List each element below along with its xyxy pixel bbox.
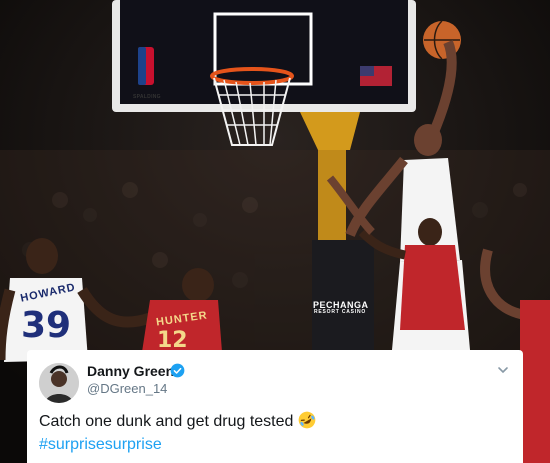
user-handle[interactable]: @DGreen_14 (87, 381, 167, 396)
display-name[interactable]: Danny Green (87, 363, 174, 379)
hashtag-link[interactable]: #surprisesurprise (39, 434, 162, 456)
laughing-emoji-icon (299, 411, 316, 429)
tweet-body: Catch one dunk and get drug tested (39, 413, 294, 430)
verified-badge-icon (170, 363, 185, 378)
avatar[interactable] (39, 363, 79, 403)
tweet-text: Catch one dunk and get drug tested (39, 410, 317, 433)
chevron-down-icon[interactable] (497, 364, 509, 376)
tweet-card[interactable]: Danny Green @DGreen_14 Catch one dunk an… (27, 350, 523, 463)
